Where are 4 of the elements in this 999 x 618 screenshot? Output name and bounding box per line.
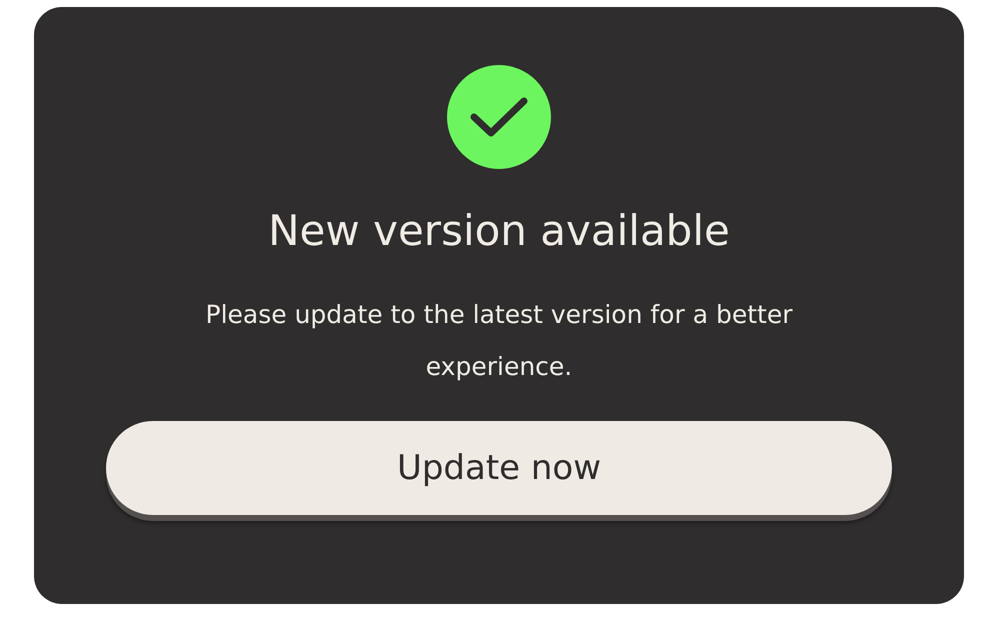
update-button[interactable]: Update now bbox=[106, 421, 892, 515]
dialog-title: New version available bbox=[268, 205, 730, 257]
checkmark-icon bbox=[447, 65, 551, 169]
dialog-message: Please update to the latest version for a better experience. bbox=[204, 299, 794, 383]
